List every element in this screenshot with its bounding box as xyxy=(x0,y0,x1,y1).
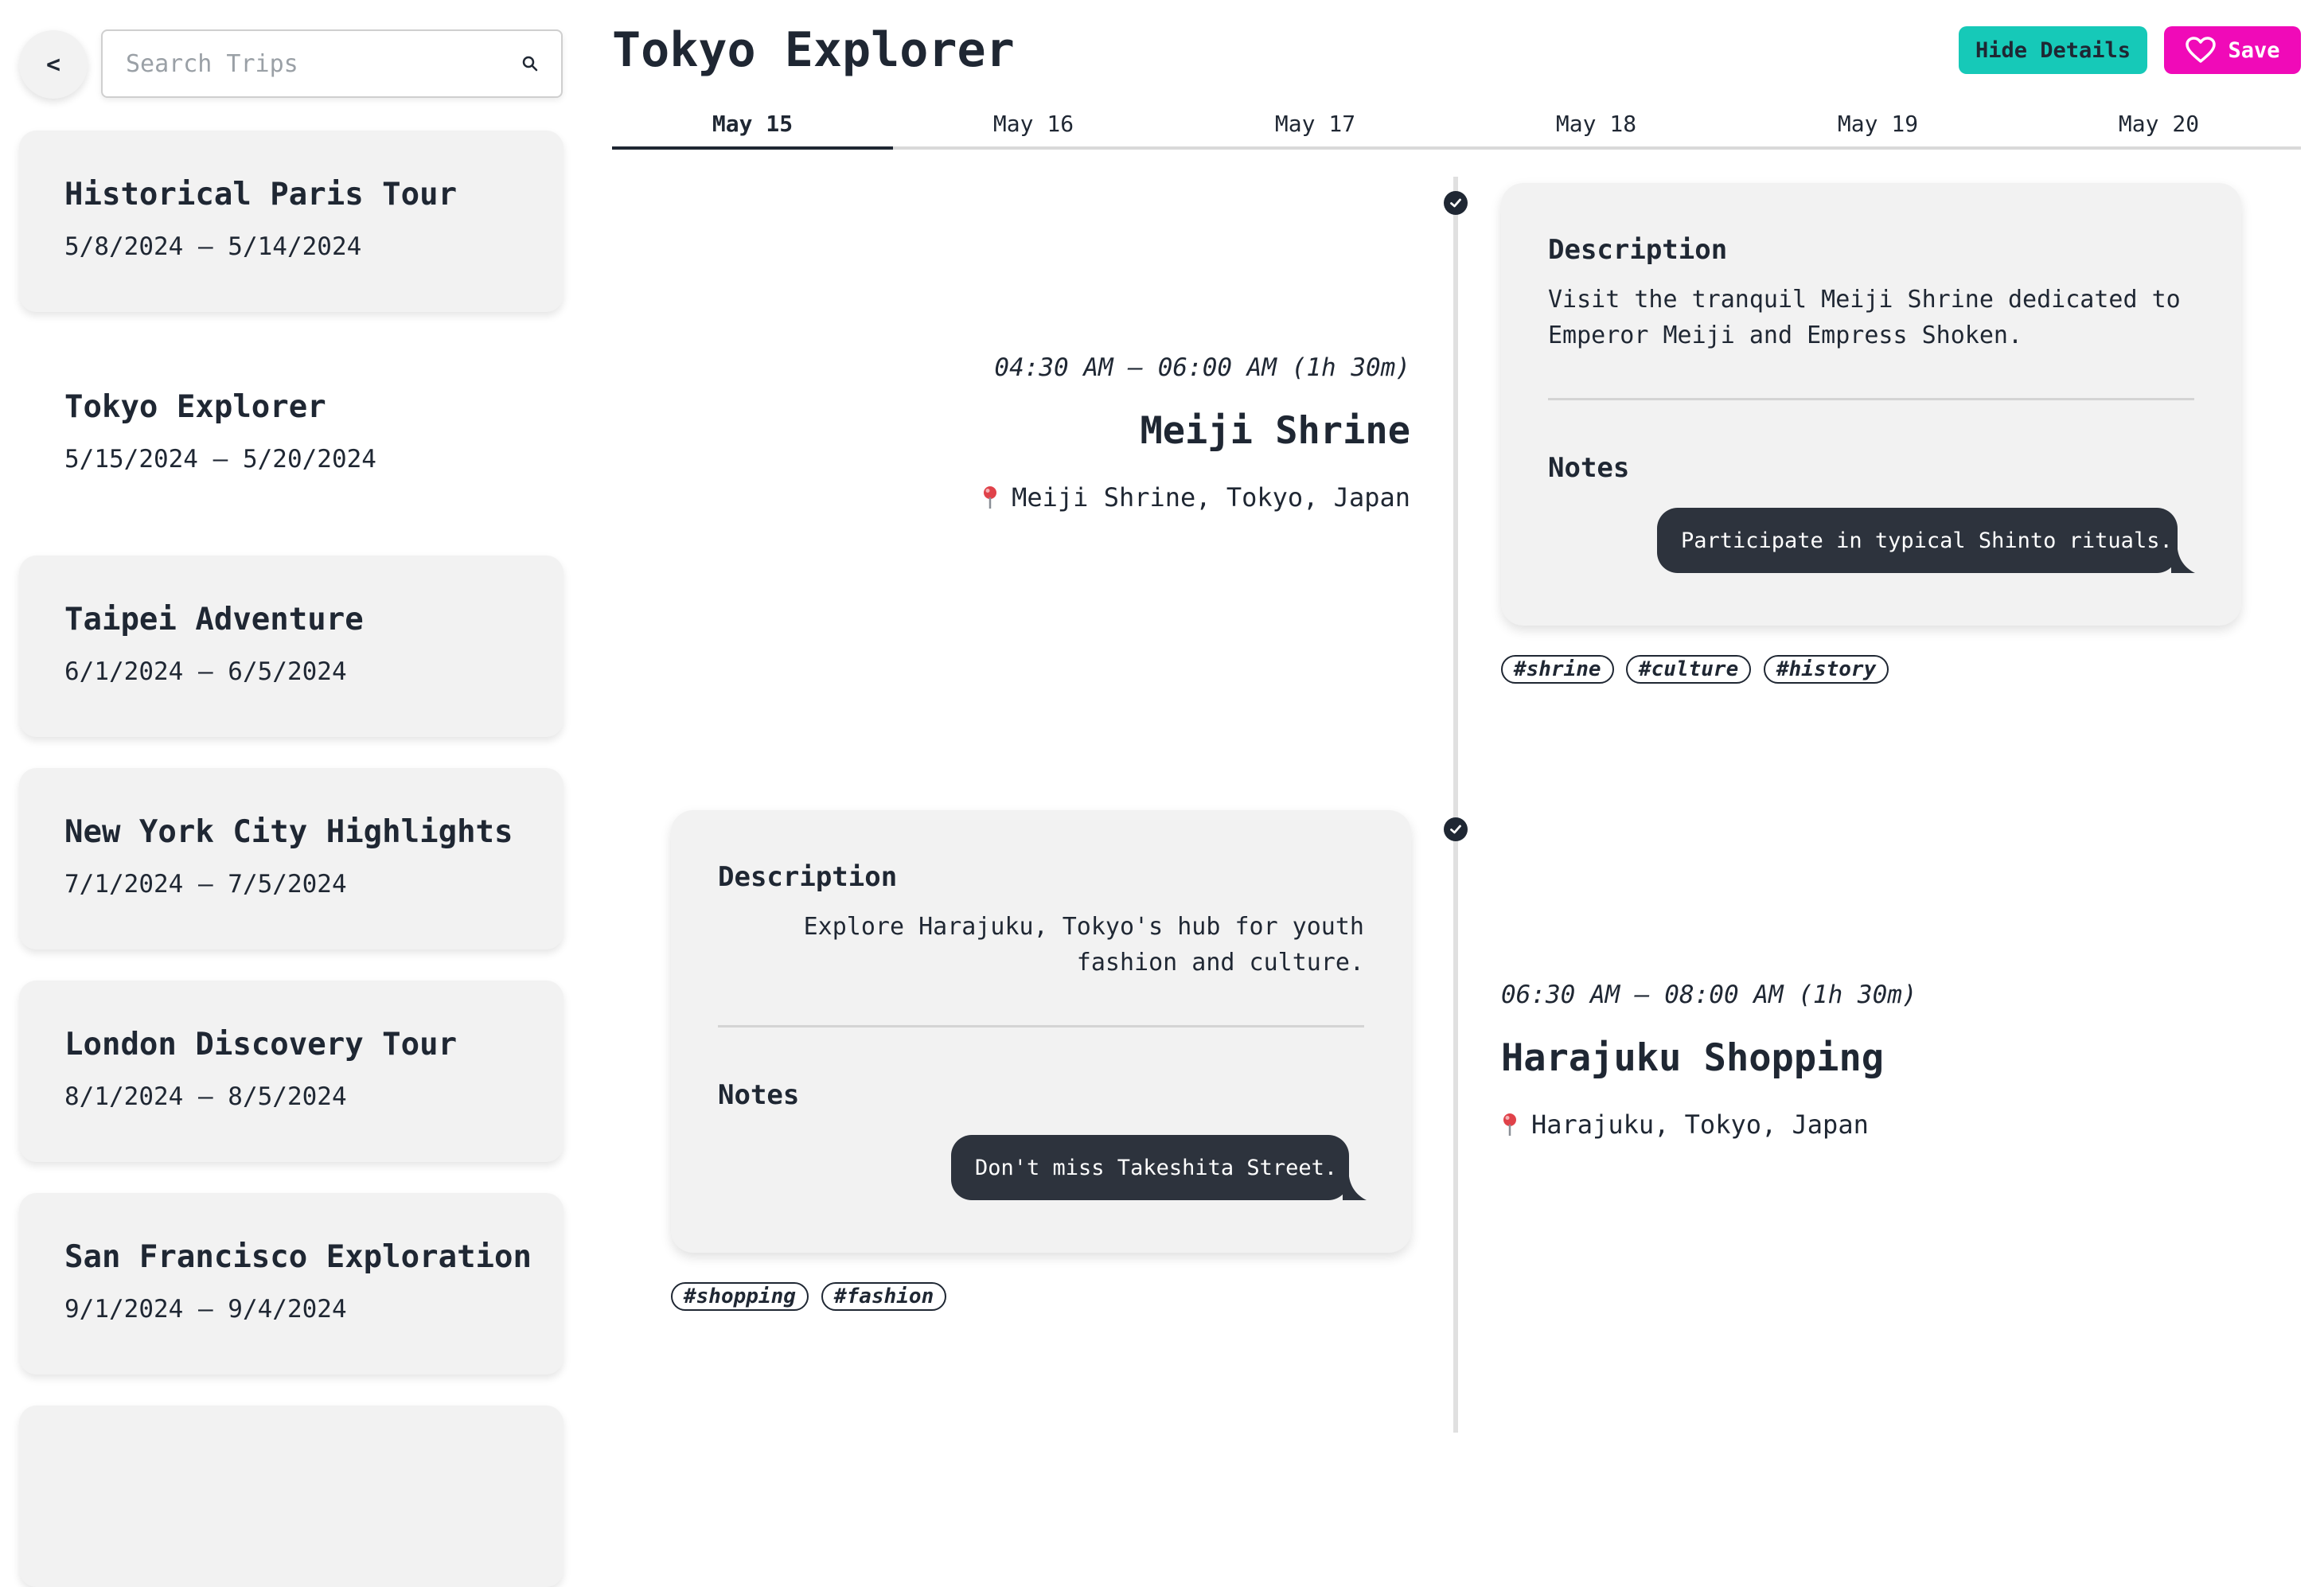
note-bubble: Participate in typical Shinto rituals. xyxy=(1657,508,2178,573)
location-text: Harajuku, Tokyo, Japan xyxy=(1531,1109,1869,1140)
bubble-tail xyxy=(1343,1176,1367,1200)
trip-dates: 5/15/2024 – 5/20/2024 xyxy=(64,445,376,474)
description-heading: Description xyxy=(1548,234,1728,266)
notes-heading: Notes xyxy=(718,1079,800,1111)
trip-name: London Discovery Tour xyxy=(64,1027,458,1063)
tag[interactable]: #fashion xyxy=(821,1282,947,1311)
trip-name: Historical Paris Tour xyxy=(64,177,458,213)
location-text: Meiji Shrine, Tokyo, Japan xyxy=(1012,482,1410,513)
trip-card-historical-paris-tour[interactable]: Historical Paris Tour 5/8/2024 – 5/14/20… xyxy=(19,131,563,312)
tag[interactable]: #shrine xyxy=(1501,655,1614,684)
notes-heading: Notes xyxy=(1548,452,1630,484)
note-bubble: Don't miss Takeshita Street. xyxy=(951,1135,1349,1200)
tab-may-18[interactable]: May 18 xyxy=(1456,102,1737,146)
tab-may-15[interactable]: May 15 xyxy=(612,102,893,150)
search-input[interactable] xyxy=(103,31,501,96)
tab-may-19[interactable]: May 19 xyxy=(1737,102,2018,146)
trip-dates: 5/8/2024 – 5/14/2024 xyxy=(64,232,362,261)
search-box xyxy=(101,29,563,98)
save-button[interactable]: Save xyxy=(2164,26,2301,74)
save-label: Save xyxy=(2228,37,2280,63)
check-icon xyxy=(1450,198,1461,208)
timeline-line xyxy=(1453,177,1458,1433)
trip-name: Tokyo Explorer xyxy=(64,389,326,425)
timeline-marker xyxy=(1444,817,1468,841)
heart-icon xyxy=(2186,37,2217,63)
description-text: Visit the tranquil Meiji Shrine dedicate… xyxy=(1548,286,2181,349)
tag[interactable]: #shopping xyxy=(671,1282,809,1311)
page-title: Tokyo Explorer xyxy=(612,22,1015,78)
description-heading: Description xyxy=(718,861,898,893)
event-title: Harajuku Shopping xyxy=(1501,1036,1885,1080)
trip-dates: 7/1/2024 – 7/5/2024 xyxy=(64,870,347,899)
back-button[interactable]: < xyxy=(19,30,88,99)
tag[interactable]: #culture xyxy=(1626,655,1752,684)
trip-card-taipei-adventure[interactable]: Taipei Adventure 6/1/2024 – 6/5/2024 xyxy=(19,556,563,737)
trip-dates: 6/1/2024 – 6/5/2024 xyxy=(64,657,347,686)
trip-name: New York City Highlights xyxy=(64,814,513,850)
event-time: 04:30 AM – 06:00 AM (1h 30m) xyxy=(994,353,1410,382)
event-location: Harajuku, Tokyo, Japan xyxy=(1501,1109,1869,1140)
card-divider xyxy=(718,1025,1364,1027)
day-tabs: May 15 May 16 May 17 May 18 May 19 May 2… xyxy=(612,102,2301,150)
bubble-tail xyxy=(2171,549,2195,573)
tab-may-16[interactable]: May 16 xyxy=(893,102,1174,146)
timeline-marker xyxy=(1444,191,1468,215)
tag[interactable]: #history xyxy=(1764,655,1889,684)
trip-dates: 9/1/2024 – 9/4/2024 xyxy=(64,1295,347,1324)
trip-card-partial[interactable] xyxy=(19,1406,563,1587)
search-icon[interactable] xyxy=(521,55,539,72)
tab-may-17[interactable]: May 17 xyxy=(1175,102,1456,146)
check-icon xyxy=(1450,825,1461,834)
hide-details-button[interactable]: Hide Details xyxy=(1959,26,2147,74)
description-text: Explore Harajuku, Tokyo's hub for youth … xyxy=(803,913,1364,977)
trip-dates: 8/1/2024 – 8/5/2024 xyxy=(64,1082,347,1111)
event-location: Meiji Shrine, Tokyo, Japan xyxy=(981,482,1410,513)
trip-card-san-francisco-exploration[interactable]: San Francisco Exploration 9/1/2024 – 9/4… xyxy=(19,1193,563,1374)
trip-card-new-york-city-highlights[interactable]: New York City Highlights 7/1/2024 – 7/5/… xyxy=(19,768,563,949)
card-divider xyxy=(1548,398,2194,400)
trip-card-london-discovery-tour[interactable]: London Discovery Tour 8/1/2024 – 8/5/202… xyxy=(19,981,563,1162)
tab-may-20[interactable]: May 20 xyxy=(2018,102,2299,146)
event-detail-card: Description Visit the tranquil Meiji Shr… xyxy=(1501,183,2241,626)
trip-card-tokyo-explorer[interactable]: Tokyo Explorer 5/15/2024 – 5/20/2024 xyxy=(19,343,563,524)
event-time: 06:30 AM – 08:00 AM (1h 30m) xyxy=(1501,981,1917,1009)
trip-name: San Francisco Exploration xyxy=(64,1239,532,1275)
trip-name: Taipei Adventure xyxy=(64,602,364,638)
event-detail-card: Description Explore Harajuku, Tokyo's hu… xyxy=(671,810,1411,1253)
map-pin-icon xyxy=(984,486,997,509)
map-pin-icon xyxy=(1503,1113,1516,1136)
event-title: Meiji Shrine xyxy=(1140,409,1410,453)
